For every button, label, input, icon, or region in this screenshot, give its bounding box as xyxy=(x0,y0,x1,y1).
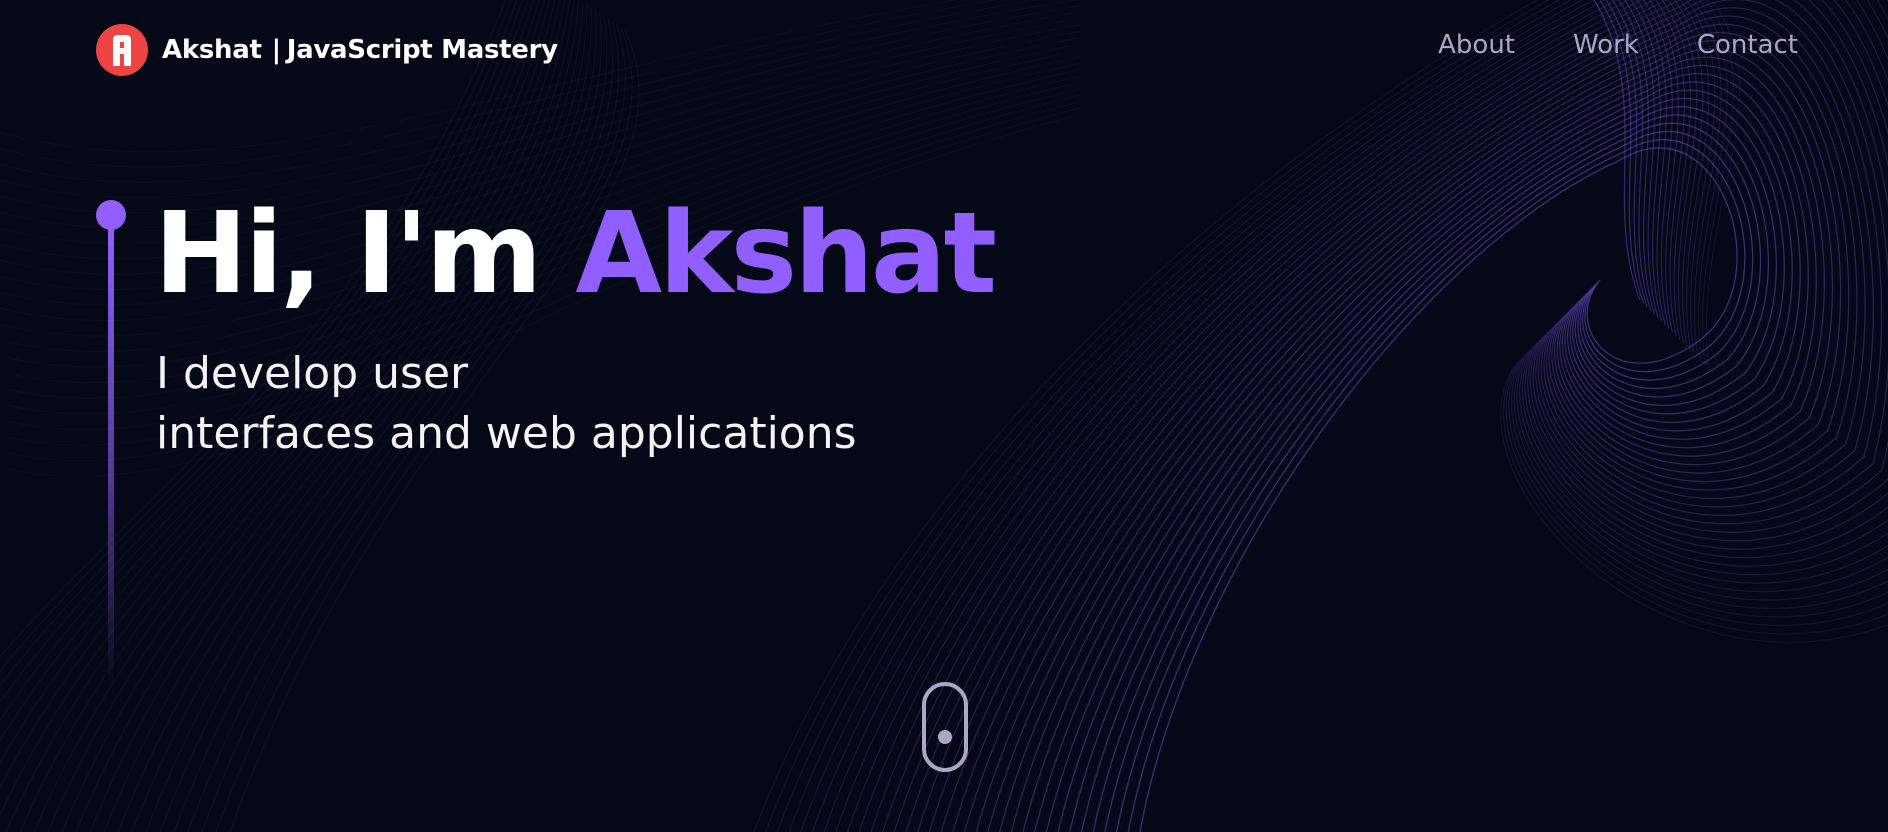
hero-subtitle: I develop user interfaces and web applica… xyxy=(156,344,857,464)
nav-link-contact[interactable]: Contact xyxy=(1697,30,1798,60)
logo-icon xyxy=(96,24,148,76)
hero-title: Hi, I'm Akshat xyxy=(154,188,997,320)
hero-name: Akshat xyxy=(575,189,997,319)
logo-text: Akshat | JavaScript Mastery xyxy=(162,35,558,65)
hero-subtitle-line2: interfaces and web applications xyxy=(156,408,857,459)
hero-timeline-line xyxy=(96,200,126,710)
mouse-scroll-icon[interactable] xyxy=(922,682,968,772)
hero-timeline-bar xyxy=(108,228,114,688)
nav-link-about[interactable]: About xyxy=(1438,30,1515,60)
nav-links: About Work Contact xyxy=(1438,30,1798,60)
logo-separator: | xyxy=(271,35,282,65)
scroll-dot xyxy=(938,730,952,744)
logo-name: Akshat xyxy=(162,35,262,65)
navbar: Akshat | JavaScript Mastery About Work Con… xyxy=(0,0,1888,98)
logo-link[interactable]: Akshat | JavaScript Mastery xyxy=(96,24,558,76)
logo-glyph xyxy=(113,35,131,66)
hero-subtitle-line1: I develop user xyxy=(156,348,469,399)
nav-link-work[interactable]: Work xyxy=(1573,30,1639,60)
hero-timeline-dot xyxy=(96,200,126,230)
hero-greeting: Hi, I'm xyxy=(154,189,542,319)
portfolio-page: Akshat | JavaScript Mastery About Work Con… xyxy=(0,0,1888,832)
logo-subtitle: JavaScript Mastery xyxy=(286,35,558,65)
